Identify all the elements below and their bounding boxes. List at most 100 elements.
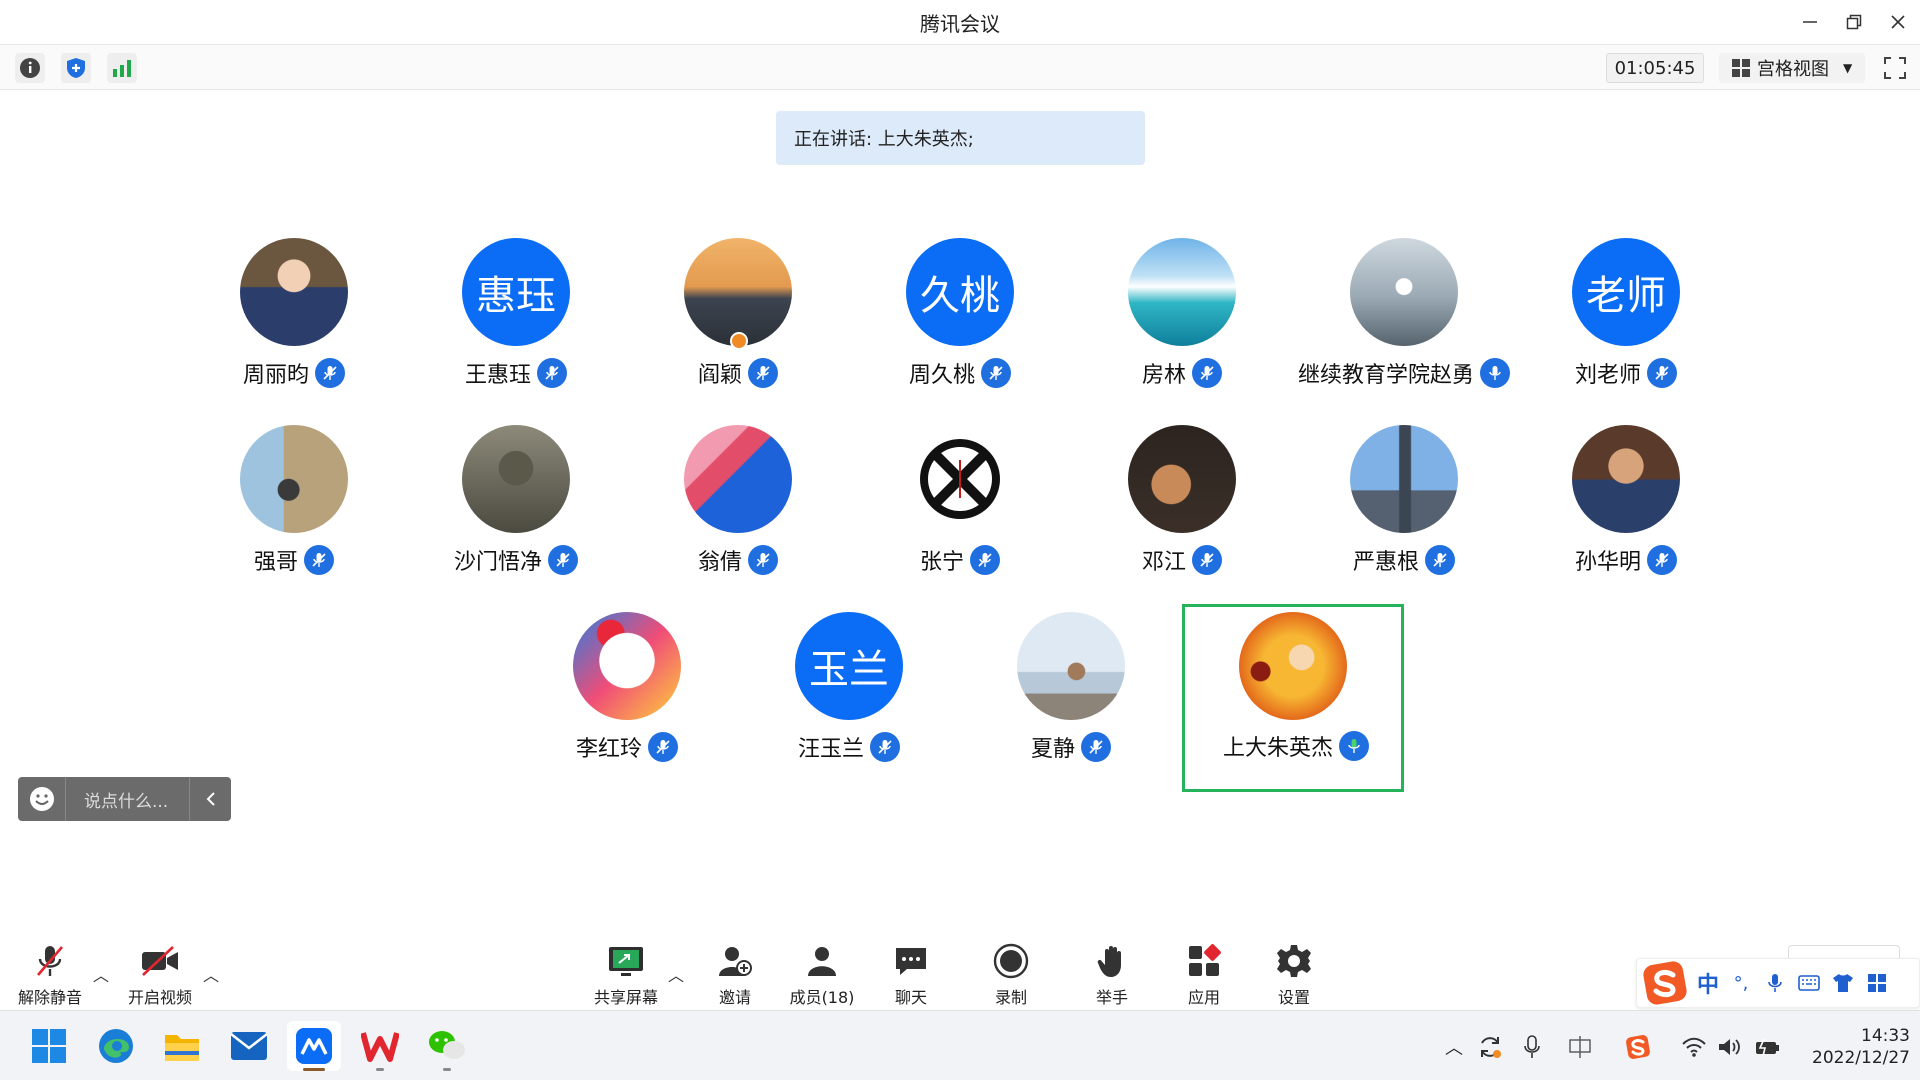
ime-toolbar[interactable]: 中 °, <box>1636 958 1920 1008</box>
skin-shirt-icon[interactable] <box>1831 971 1855 995</box>
invite-button[interactable]: 邀请 <box>710 940 760 1010</box>
punctuation-icon[interactable]: °, <box>1729 971 1753 995</box>
participant-tile[interactable]: 玉兰 汪玉兰 <box>738 612 960 798</box>
volume-icon[interactable] <box>1716 1033 1744 1061</box>
minimize-button[interactable] <box>1788 0 1832 44</box>
members-icon <box>800 940 844 982</box>
record-label: 录制 <box>994 988 1027 1007</box>
keyboard-icon[interactable] <box>1797 971 1821 995</box>
apps-button[interactable]: 应用 <box>1179 940 1229 1010</box>
avatar <box>462 425 570 533</box>
gear-icon <box>1272 940 1316 982</box>
muted-mic-icon <box>1647 545 1677 575</box>
muted-mic-icon <box>315 358 345 388</box>
settings-button[interactable]: 设置 <box>1269 940 1319 1010</box>
meeting-info-button[interactable] <box>15 53 45 83</box>
wps-office-icon <box>361 1032 399 1062</box>
members-button[interactable]: 成员(18) <box>784 940 860 1010</box>
participant-tile[interactable]: 老师 刘老师 <box>1515 238 1737 424</box>
participant-name: 强哥 <box>253 550 298 575</box>
taskbar-file-explorer[interactable] <box>155 1021 209 1071</box>
taskbar-mail[interactable] <box>222 1021 276 1071</box>
clock-date: 2022/12/27 <box>1812 1048 1910 1068</box>
participant-tile[interactable]: 夏静 <box>960 612 1182 798</box>
fullscreen-button[interactable] <box>1880 53 1910 83</box>
cross-logo-icon <box>920 439 1000 519</box>
active-speaker-tile[interactable]: 上大朱英杰 <box>1182 604 1404 792</box>
muted-mic-icon <box>748 545 778 575</box>
ime-language-toggle[interactable]: 中 <box>1697 967 1719 999</box>
share-options-chevron[interactable]: ︿ <box>668 962 684 986</box>
share-screen-button[interactable]: 共享屏幕 <box>588 940 664 1010</box>
record-icon <box>989 940 1033 982</box>
security-button[interactable] <box>61 53 91 83</box>
chat-quick-input[interactable]: 说点什么... <box>18 777 231 821</box>
network-status-button[interactable] <box>107 53 137 83</box>
chat-button[interactable]: 聊天 <box>886 940 936 1010</box>
video-off-icon <box>138 940 182 982</box>
participant-tile[interactable]: 张宁 <box>849 425 1071 611</box>
clock-time: 14:33 <box>1861 1026 1910 1046</box>
battery-charging-icon[interactable] <box>1752 1033 1780 1061</box>
invite-label: 邀请 <box>718 988 751 1007</box>
participant-tile[interactable]: 强哥 <box>183 425 405 611</box>
avatar <box>684 425 792 533</box>
audio-options-chevron[interactable]: ︿ <box>93 962 109 986</box>
minimize-icon <box>1803 21 1817 23</box>
start-video-button[interactable]: 开启视频 <box>124 940 196 1010</box>
participant-tile[interactable]: 久桃 周久桃 <box>849 238 1071 424</box>
avatar <box>240 238 348 346</box>
avatar: 惠珏 <box>462 238 570 346</box>
participant-tile[interactable]: 阎颖 <box>627 238 849 424</box>
taskbar-edge[interactable] <box>89 1021 143 1071</box>
restore-button[interactable] <box>1832 0 1876 44</box>
raise-hand-button[interactable]: 举手 <box>1087 940 1137 1010</box>
toolbox-grid-icon[interactable] <box>1865 971 1889 995</box>
participant-tile[interactable]: 惠珏 王惠珏 <box>405 238 627 424</box>
muted-mic-icon <box>1192 545 1222 575</box>
participant-name: 翁倩 <box>697 550 742 575</box>
hand-icon <box>1090 940 1134 982</box>
muted-mic-icon <box>748 358 778 388</box>
participant-name: 周久桃 <box>908 363 975 388</box>
sogou-tray-icon[interactable] <box>1624 1033 1652 1061</box>
sync-icon[interactable] <box>1476 1033 1504 1061</box>
participant-name: 阎颖 <box>697 363 742 388</box>
participant-tile[interactable]: 房林 <box>1071 238 1293 424</box>
participant-name: 汪玉兰 <box>797 737 864 762</box>
participant-tile[interactable]: 周丽昀 <box>183 238 405 424</box>
host-badge-icon <box>730 332 748 350</box>
members-label: 成员(18) <box>789 988 855 1007</box>
unmute-button[interactable]: 解除静音 <box>14 940 86 1010</box>
video-options-chevron[interactable]: ︿ <box>203 962 219 986</box>
wifi-icon[interactable] <box>1680 1033 1708 1061</box>
close-button[interactable] <box>1876 0 1920 44</box>
system-clock[interactable]: 14:33 2022/12/27 <box>1790 1023 1910 1071</box>
tray-overflow-chevron-icon[interactable]: ︿ <box>1440 1033 1468 1061</box>
participant-tile[interactable]: 孙华明 <box>1515 425 1737 611</box>
microphone-tray-icon[interactable] <box>1518 1033 1546 1061</box>
start-button[interactable] <box>22 1021 76 1071</box>
taskbar-wechat[interactable] <box>420 1021 474 1071</box>
participant-tile[interactable]: 沙门悟净 <box>405 425 627 611</box>
taskbar-tencent-meeting[interactable] <box>287 1021 341 1071</box>
participant-name: 邓江 <box>1141 550 1186 575</box>
participant-tile[interactable]: 邓江 <box>1071 425 1293 611</box>
participant-name: 张宁 <box>919 550 964 575</box>
voice-input-icon[interactable] <box>1763 971 1787 995</box>
participant-tile[interactable]: 翁倩 <box>627 425 849 611</box>
participant-tile[interactable]: 严惠根 <box>1293 425 1515 611</box>
avatar <box>1128 425 1236 533</box>
avatar <box>1239 612 1347 720</box>
participant-name: 继续教育学院赵勇 <box>1297 363 1474 388</box>
title-bar: 腾讯会议 <box>0 0 1920 44</box>
close-icon <box>1891 15 1905 29</box>
taskbar-wps[interactable] <box>353 1021 407 1071</box>
view-mode-dropdown[interactable]: 宫格视图 ▼ <box>1719 53 1865 83</box>
record-button[interactable]: 录制 <box>986 940 1036 1010</box>
participant-tile[interactable]: 继续教育学院赵勇 <box>1293 238 1515 424</box>
collapse-chat-button[interactable] <box>189 777 231 821</box>
participant-tile[interactable]: 李红玲 <box>516 612 738 798</box>
input-method-tray-icon[interactable] <box>1566 1033 1594 1061</box>
emoji-button[interactable] <box>18 777 66 821</box>
